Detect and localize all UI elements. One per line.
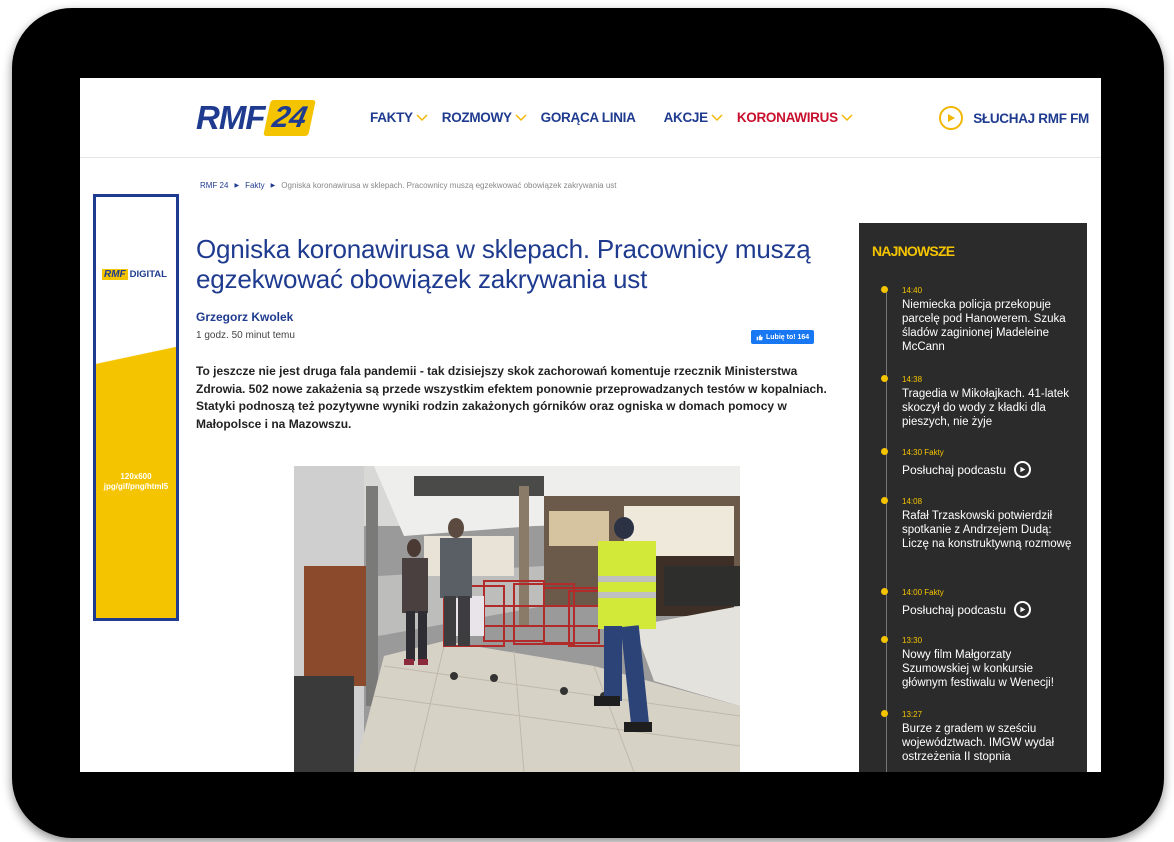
news-meta: 14:00 Fakty	[902, 588, 944, 597]
nav-label: GORĄCA LINIA	[540, 110, 636, 125]
podcast-label: Posłuchaj podcastu	[902, 602, 1007, 617]
article-author[interactable]: Grzegorz Kwolek	[196, 310, 836, 324]
latest-news-sidebar: NAJNOWSZE 14:40 Niemiecka policja przeko…	[859, 223, 1087, 772]
podcast-label: Posłuchaj podcastu	[902, 462, 1007, 477]
logo-text: RMF	[196, 99, 265, 136]
news-meta: 14:38	[902, 375, 923, 384]
ad-size-formats: jpg/gif/png/html5	[103, 482, 169, 491]
play-icon	[1014, 461, 1032, 478]
logo-badge: 24	[263, 100, 317, 136]
like-label: Lubię to! 164	[766, 333, 810, 341]
news-meta: 13:27	[902, 710, 923, 719]
thumbs-up-icon	[756, 334, 763, 340]
breadcrumb-separator-icon: ▶	[234, 183, 240, 189]
chevron-down-icon	[841, 113, 853, 121]
breadcrumb: RMF 24 ▶ Fakty ▶ Ogniska koronawirusa w …	[200, 181, 617, 190]
nav-goraca-linia[interactable]: GORĄCA LINIA	[541, 110, 636, 125]
ad-logo: RMF DIGITAL	[102, 269, 167, 280]
chevron-down-icon	[416, 113, 428, 121]
play-icon	[1014, 601, 1032, 618]
timeline-dot-icon	[881, 497, 888, 504]
article-lead: To jeszcze nie jest druga fala pandemii …	[196, 364, 827, 431]
chevron-down-icon	[515, 113, 527, 121]
news-item[interactable]: 13:27 Burze z gradem w sześciu województ…	[881, 710, 1081, 764]
listen-rmf-fm-button[interactable]: SŁUCHAJ RMF FM	[939, 106, 1089, 130]
nav-label: FAKTY	[370, 110, 413, 125]
news-headline[interactable]: Nowy film Małgorzaty Szumowskiej w konku…	[902, 648, 1081, 690]
main-nav: FAKTY ROZMOWY GORĄCA LINIA AKCJE KORONAW…	[370, 110, 867, 125]
news-headline[interactable]: Burze z gradem w sześciu województwach. …	[902, 722, 1081, 764]
breadcrumb-fakty[interactable]: Fakty	[245, 181, 265, 190]
ad-logo-mark: RMF	[102, 269, 128, 280]
ad-banner[interactable]: RMF DIGITAL 120x600 jpg/gif/png/html5	[93, 194, 179, 621]
news-item[interactable]: 14:40 Niemiecka policja przekopuje parce…	[881, 286, 1081, 354]
podcast-link[interactable]: Posłuchaj podcastu	[902, 601, 1081, 618]
timeline-dot-icon	[881, 636, 888, 643]
news-item-podcast[interactable]: 14:30 Fakty Posłuchaj podcastu	[881, 448, 1081, 478]
ad-size-dimensions: 120x600	[120, 472, 152, 481]
news-item-podcast[interactable]: 14:00 Fakty Posłuchaj podcastu	[881, 588, 1081, 618]
site-header: RMF 24 FAKTY ROZMOWY GORĄCA LINIA AKCJE	[80, 78, 1101, 158]
sidebar-title: NAJNOWSZE	[872, 243, 955, 259]
news-headline[interactable]: Niemiecka policja przekopuje parcelę pod…	[902, 298, 1081, 354]
device-frame: RMF 24 FAKTY ROZMOWY GORĄCA LINIA AKCJE	[0, 0, 1174, 842]
shopping-mall-photo	[294, 466, 740, 772]
news-meta: 13:30	[902, 636, 923, 645]
nav-label: ROZMOWY	[441, 110, 512, 125]
podcast-link[interactable]: Posłuchaj podcastu	[902, 461, 1081, 478]
breadcrumb-home[interactable]: RMF 24	[200, 181, 228, 190]
timeline-dot-icon	[881, 375, 888, 382]
news-meta: 14:30 Fakty	[902, 448, 944, 457]
timeline-dot-icon	[881, 286, 888, 293]
nav-label: AKCJE	[663, 110, 709, 125]
article-title: Ogniska koronawirusa w sklepach. Pracown…	[196, 234, 811, 294]
play-icon	[939, 106, 964, 130]
browser-viewport: RMF 24 FAKTY ROZMOWY GORĄCA LINIA AKCJE	[80, 78, 1101, 772]
article: Ogniska koronawirusa w sklepach. Pracown…	[196, 234, 836, 433]
facebook-like-button[interactable]: Lubię to! 164	[751, 330, 815, 344]
nav-fakty[interactable]: FAKTY	[370, 110, 428, 125]
timeline-dot-icon	[881, 588, 888, 595]
ad-background	[96, 197, 176, 618]
news-meta: 14:08	[902, 497, 923, 506]
news-meta: 14:40	[902, 286, 923, 295]
ad-logo-label: DIGITAL	[129, 269, 167, 280]
timeline-dot-icon	[881, 710, 888, 717]
news-headline[interactable]: Rafał Trzaskowski potwierdził spotkanie …	[902, 509, 1081, 551]
news-item[interactable]: 13:30 Nowy film Małgorzaty Szumowskiej w…	[881, 636, 1081, 690]
breadcrumb-separator-icon: ▶	[270, 183, 276, 189]
news-headline[interactable]: Tragedia w Mikołajkach. 41-latek skoczył…	[902, 387, 1081, 429]
nav-label: KORONAWIRUS	[736, 110, 838, 125]
nav-koronawirus[interactable]: KORONAWIRUS	[737, 110, 853, 125]
article-photo[interactable]	[294, 466, 740, 772]
listen-label: SŁUCHAJ RMF FM	[973, 110, 1089, 126]
article-time: 1 godz. 50 minut temu	[196, 330, 295, 341]
chevron-down-icon	[711, 113, 723, 121]
timeline-dot-icon	[881, 448, 888, 455]
breadcrumb-current: Ogniska koronawirusa w sklepach. Pracown…	[281, 181, 617, 190]
ad-size-label: 120x600 jpg/gif/png/html5	[96, 472, 176, 492]
news-item[interactable]: 14:38 Tragedia w Mikołajkach. 41-latek s…	[881, 375, 1081, 429]
rmf24-logo[interactable]: RMF 24	[196, 98, 317, 138]
news-item[interactable]: 14:08 Rafał Trzaskowski potwierdził spot…	[881, 497, 1081, 551]
nav-akcje[interactable]: AKCJE	[664, 110, 723, 125]
nav-rozmowy[interactable]: ROZMOWY	[442, 110, 527, 125]
